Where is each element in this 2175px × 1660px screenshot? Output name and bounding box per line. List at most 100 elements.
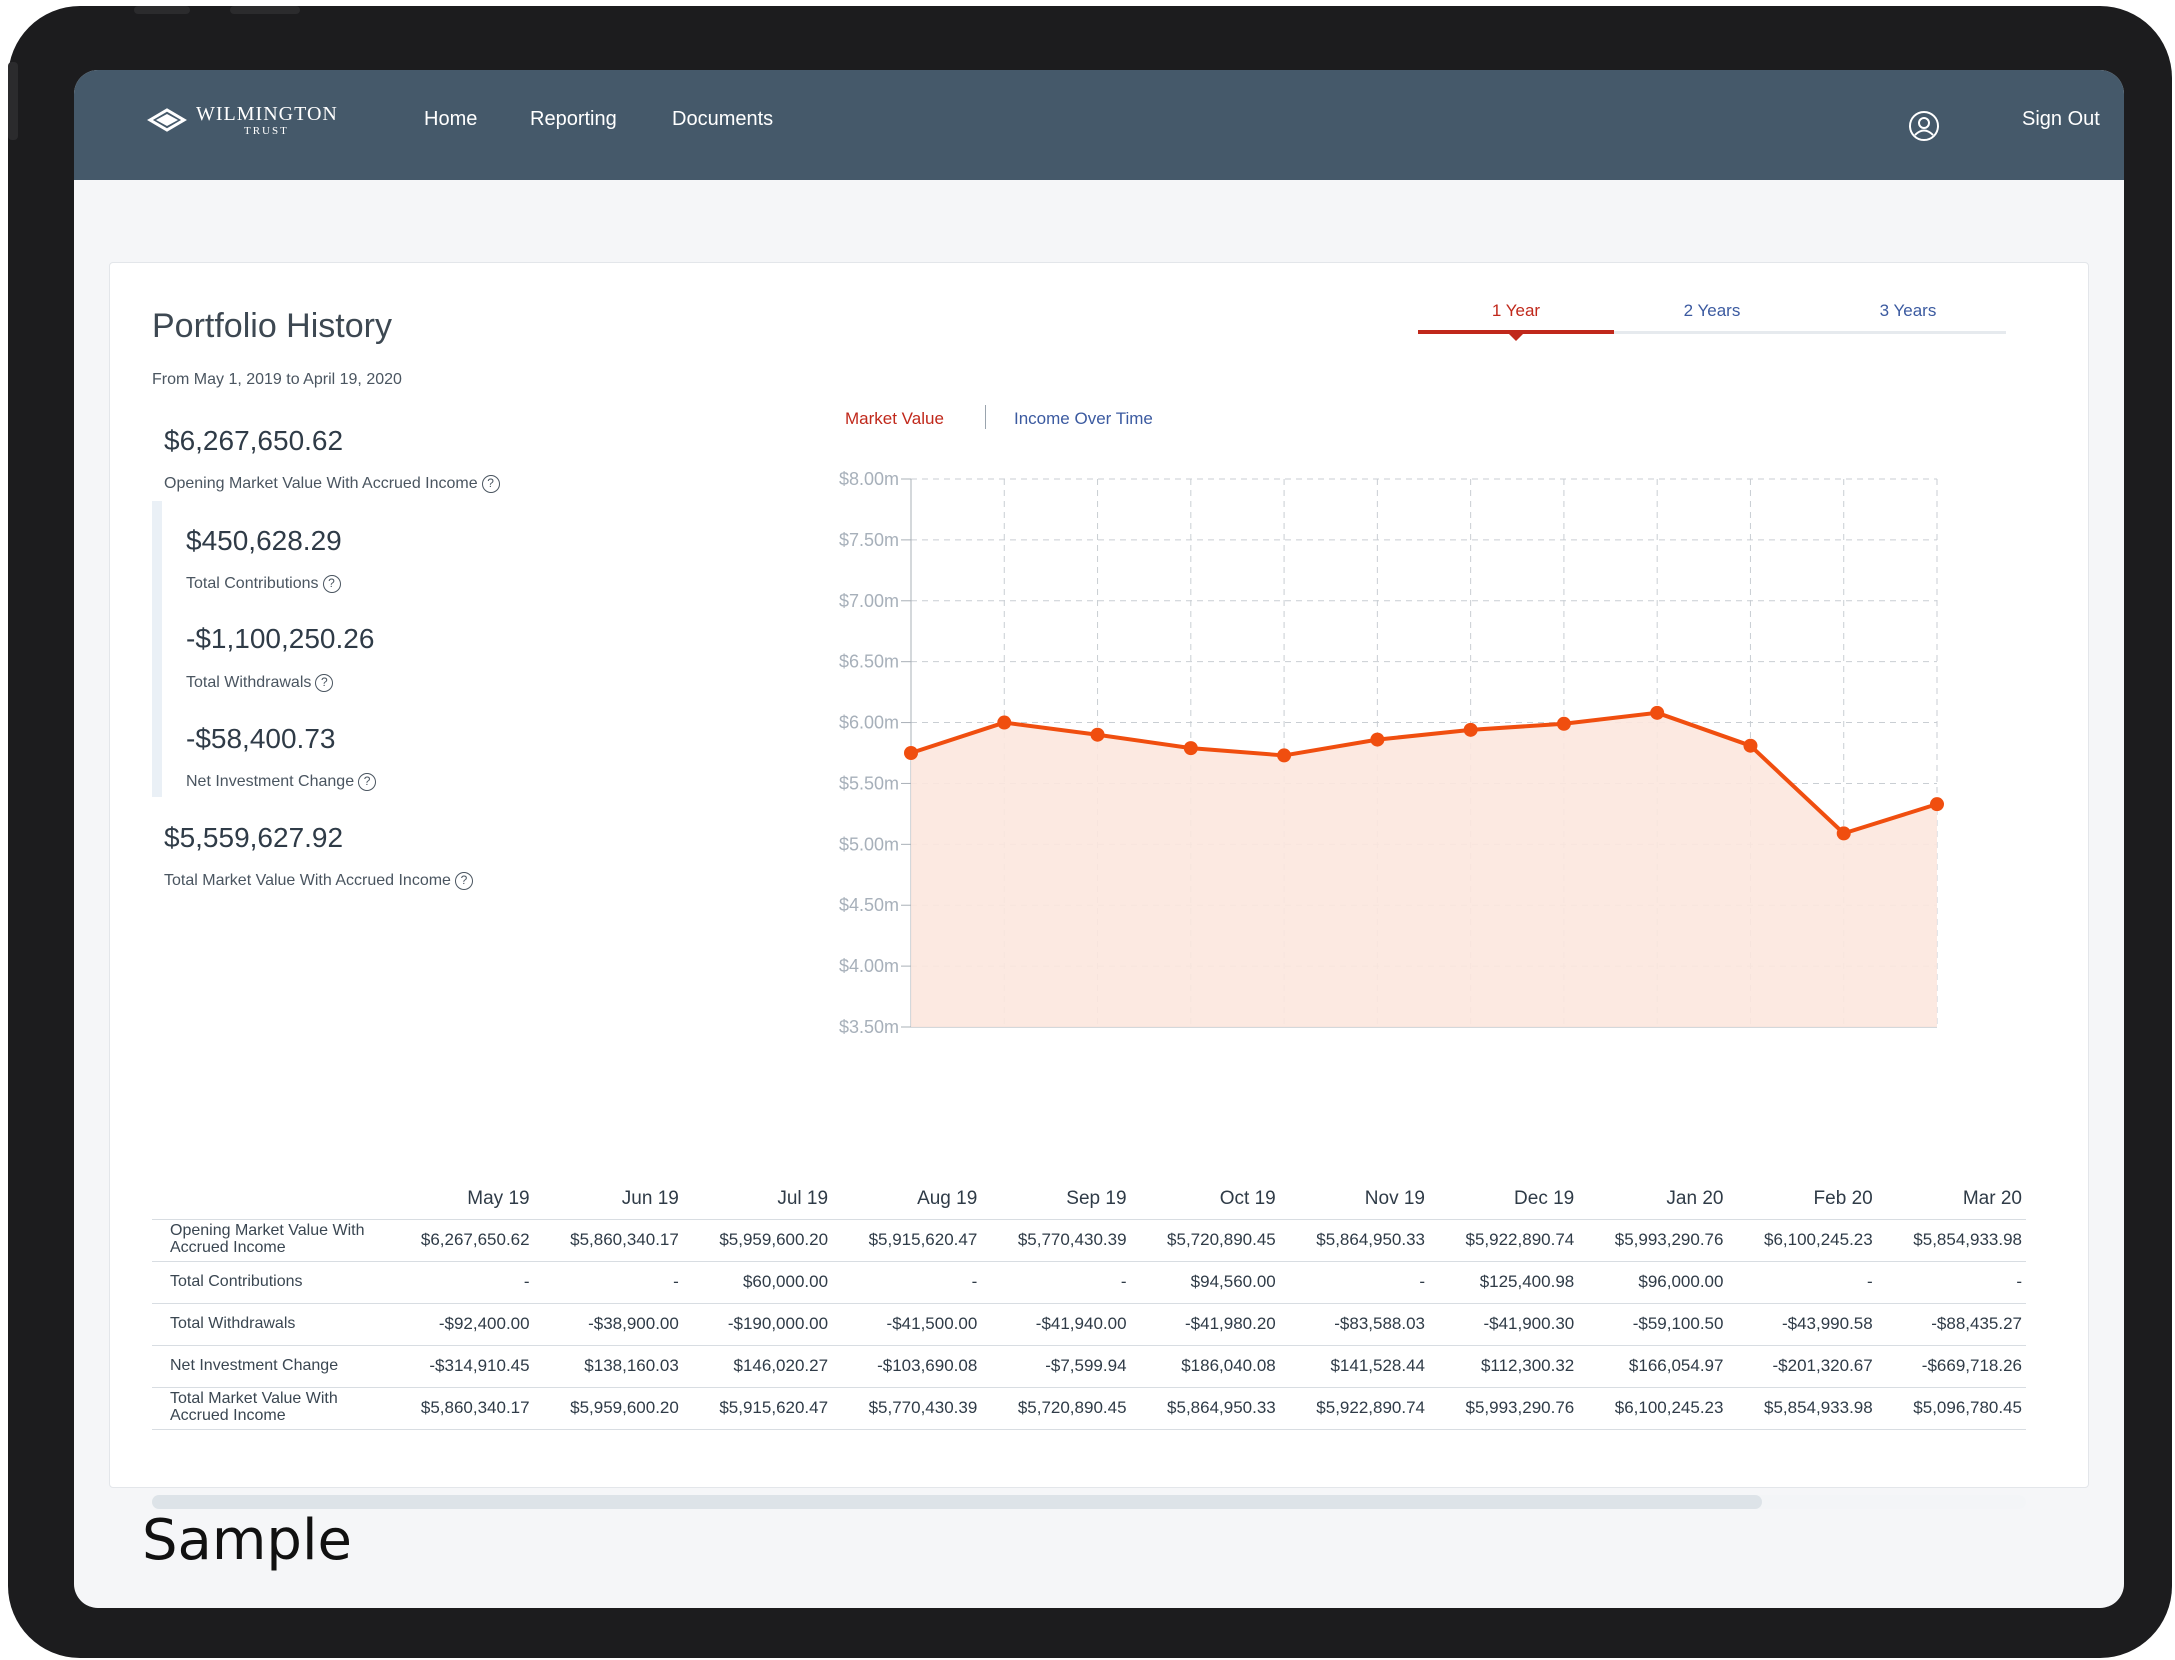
table-cell: $6,100,245.23 xyxy=(1727,1218,1877,1261)
x-tick-label: Nov 19 xyxy=(1442,1041,1499,1043)
table-header-row: May 19 Jun 19 Jul 19 Aug 19 Sep 19 Oct 19 Nov … xyxy=(152,1179,2026,1219)
device-button xyxy=(230,6,300,14)
data-point xyxy=(1836,826,1851,841)
table-cell: -$88,435.27 xyxy=(1876,1302,2026,1345)
x-tick-label: Sep 19 xyxy=(1256,1041,1313,1043)
nav-link-home[interactable]: Home xyxy=(424,108,477,131)
table-cell: -$314,910.45 xyxy=(384,1344,534,1387)
range-tab-caret-icon xyxy=(1508,333,1524,341)
x-tick-label: Mar 20 xyxy=(1816,1041,1872,1043)
net-change-value: -$58,400.73 xyxy=(186,723,336,754)
toggle-divider xyxy=(985,405,986,429)
table-cell: $5,922,890.74 xyxy=(1279,1386,1429,1430)
table-cell: -$103,690.08 xyxy=(832,1344,982,1387)
nav-link-reporting[interactable]: Reporting xyxy=(530,108,617,131)
table-cell: $6,267,650.62 xyxy=(384,1218,534,1261)
data-point xyxy=(1930,797,1944,812)
table-cell: -$38,900.00 xyxy=(533,1302,683,1345)
help-icon[interactable]: ? xyxy=(322,575,341,593)
table-cell: - xyxy=(533,1260,683,1303)
table-cell: $5,860,340.17 xyxy=(533,1218,683,1261)
brand-name: WILMINGTON xyxy=(196,103,338,125)
y-tick-label: $7.00m xyxy=(839,591,899,611)
data-point xyxy=(1183,741,1198,756)
device-button xyxy=(8,62,18,140)
help-icon[interactable]: ? xyxy=(454,872,473,890)
table-row: Opening Market Value With Accrued Income… xyxy=(152,1218,2026,1261)
tab-1-year[interactable]: 1 Year xyxy=(1418,301,1614,321)
data-point xyxy=(1370,732,1385,747)
help-icon[interactable]: ? xyxy=(481,475,500,493)
help-icon[interactable]: ? xyxy=(358,773,377,791)
y-tick-label: $7.50m xyxy=(839,530,899,550)
table-cell: $5,864,950.33 xyxy=(1279,1218,1429,1261)
table-row: Total Contributions - - $60,000.00- - $94,560… xyxy=(152,1260,2026,1303)
y-tick-label: $5.00m xyxy=(839,834,899,854)
table-cell: - xyxy=(1279,1260,1429,1303)
data-point xyxy=(1743,738,1758,753)
y-tick-label: $3.50m xyxy=(839,1017,899,1037)
table-cell: -$59,100.50 xyxy=(1578,1302,1728,1345)
x-tick-label: Jan 20 xyxy=(1630,1041,1684,1043)
app-screen: WILMINGTON TRUST Home Reporting Document… xyxy=(74,70,2124,1608)
table-column-header: Jun 19 xyxy=(621,1187,679,1209)
opening-value: $6,267,650.62 xyxy=(164,425,344,456)
table-cell: $138,160.03 xyxy=(533,1344,683,1387)
table-column-header: Jan 20 xyxy=(1666,1187,1724,1209)
table-cell: $5,864,950.33 xyxy=(1130,1386,1280,1430)
table-header-blank xyxy=(152,1179,384,1219)
table-cell: -$190,000.00 xyxy=(682,1302,833,1345)
table-cell: $5,993,290.76 xyxy=(1429,1386,1579,1430)
tab-3-years[interactable]: 3 Years xyxy=(1810,301,2006,321)
net-change-label-text: Net Investment Change xyxy=(186,773,355,790)
table-cell: $5,922,890.74 xyxy=(1429,1218,1579,1261)
table-cell: -$43,990.58 xyxy=(1727,1302,1877,1345)
table-row-label: Opening Market Value With Accrued Income xyxy=(152,1218,385,1261)
user-circle-icon[interactable] xyxy=(1908,110,1940,142)
table-cell: -$83,588.03 xyxy=(1279,1302,1429,1345)
table-cell: $94,560.00 xyxy=(1130,1260,1280,1303)
table-column-header: Dec 19 xyxy=(1514,1187,1575,1209)
contributions-label: Total Contributions ? xyxy=(186,575,341,593)
x-tick-label: Apr 20 xyxy=(1910,1041,1950,1043)
sign-out-link[interactable]: Sign Out xyxy=(2022,108,2100,131)
help-icon[interactable]: ? xyxy=(315,674,334,692)
table-cell: -$41,900.30 xyxy=(1429,1302,1579,1345)
date-range-text: From May 1, 2019 to April 19, 2020 xyxy=(152,371,402,388)
table-cell: -$669,718.26 xyxy=(1876,1344,2026,1387)
series-area xyxy=(911,712,1937,1027)
tab-2-years[interactable]: 2 Years xyxy=(1614,301,1810,321)
toggle-market-value[interactable]: Market Value xyxy=(845,409,944,429)
y-tick-label: $4.50m xyxy=(839,895,899,915)
table-row: Net Investment Change -$314,910.45 $138,16… xyxy=(152,1344,2026,1387)
data-point xyxy=(1090,727,1105,742)
total-label: Total Market Value With Accrued Income ? xyxy=(164,872,473,890)
net-change-label: Net Investment Change ? xyxy=(186,773,377,791)
table-cell: $5,854,933.98 xyxy=(1727,1386,1877,1430)
toggle-income-over-time[interactable]: Income Over Time xyxy=(1014,409,1153,429)
table-cell: $5,720,890.45 xyxy=(1130,1218,1280,1261)
table-cell: - xyxy=(1876,1260,2026,1303)
x-tick-label: Oct 19 xyxy=(1351,1041,1404,1043)
summary-divider xyxy=(152,501,162,797)
table-cell: -$92,400.00 xyxy=(384,1302,534,1345)
contributions-label-text: Total Contributions xyxy=(186,575,319,592)
table-cell: $146,020.27 xyxy=(682,1344,833,1387)
opening-label-text: Opening Market Value With Accrued Income xyxy=(164,475,478,492)
table-column-header: Feb 20 xyxy=(1813,1187,1873,1209)
page-title: Portfolio History xyxy=(152,307,392,345)
table-column-header: Sep 19 xyxy=(1066,1187,1127,1209)
table-scrollbar[interactable] xyxy=(152,1495,1762,1509)
table-cell: $5,096,780.45 xyxy=(1876,1386,2026,1430)
table-cell: - xyxy=(981,1260,1131,1303)
market-value-chart[interactable]: $3.50m $4.00m $4.50m $5.00m $5.50m $6.00m $6.5… xyxy=(750,453,1950,1043)
brand-logo[interactable]: WILMINGTON TRUST xyxy=(146,104,338,137)
table-column-header: Aug 19 xyxy=(917,1187,978,1209)
monthly-history-table: May 19 Jun 19 Jul 19 Aug 19 Sep 19 Oct 19 Nov … xyxy=(152,1179,2026,1430)
table-cell: $5,770,430.39 xyxy=(832,1386,982,1430)
nav-link-documents[interactable]: Documents xyxy=(672,108,773,131)
data-point xyxy=(997,715,1012,730)
table-cell: -$41,940.00 xyxy=(981,1302,1131,1345)
contributions-value: $450,628.29 xyxy=(186,525,342,556)
table-cell: $96,000.00 xyxy=(1578,1260,1728,1303)
